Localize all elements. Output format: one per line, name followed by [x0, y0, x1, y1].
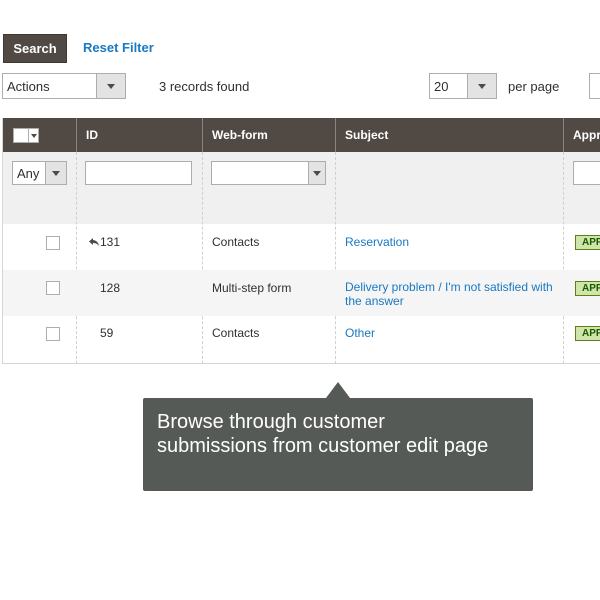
row-subject-line: Delivery problem / I'm not satisfied wit…: [345, 280, 553, 294]
per-page-value: 20: [434, 78, 449, 94]
row-id: 59: [100, 326, 114, 340]
mass-select-checkbox[interactable]: [14, 129, 28, 142]
column-header-webform[interactable]: Web-form: [203, 118, 336, 152]
row-subject-link[interactable]: Delivery problem / I'm not satisfied wit…: [345, 280, 560, 308]
row-webform: Multi-step form: [212, 281, 292, 295]
chevron-down-icon: [96, 74, 125, 98]
grid-header: ID Web-form Subject Appro: [3, 118, 600, 152]
status-badge: APP: [575, 235, 600, 250]
chevron-down-icon: [308, 162, 325, 184]
row-checkbox[interactable]: [46, 236, 60, 250]
per-page-select[interactable]: 20: [429, 73, 497, 99]
chevron-down-icon: [45, 162, 66, 184]
row-webform: Contacts: [212, 326, 260, 340]
per-page-label: per page: [508, 79, 560, 94]
table-row[interactable]: 128 Multi-step form Delivery problem / I…: [3, 270, 600, 316]
mass-select-header: [3, 118, 77, 152]
table-row[interactable]: 131 Contacts Reservation APP: [3, 224, 600, 270]
feature-tooltip: Browse through customer submissions from…: [143, 398, 533, 491]
mass-select-control[interactable]: [13, 128, 39, 143]
search-button[interactable]: Search: [3, 34, 67, 63]
actions-select-value: Actions: [7, 78, 50, 94]
tooltip-line: submissions from customer edit page: [157, 435, 489, 457]
actions-select[interactable]: Actions: [2, 73, 126, 99]
row-subject-link[interactable]: Reservation: [345, 235, 560, 249]
row-subject-link[interactable]: Other: [345, 326, 560, 340]
chevron-down-icon: [467, 74, 496, 98]
mass-select-filter-value: Any: [17, 165, 40, 181]
mass-select-filter[interactable]: Any: [12, 161, 67, 185]
tooltip-line: Browse through customer: [157, 411, 385, 433]
row-subject-line: the answer: [345, 294, 404, 308]
tooltip-arrow: [326, 382, 350, 398]
table-row[interactable]: 59 Contacts Other APP: [3, 316, 600, 364]
status-badge: APP: [575, 281, 600, 296]
row-id: 131: [100, 235, 121, 249]
column-header-approved[interactable]: Appro: [564, 118, 600, 152]
chevron-down-icon[interactable]: [28, 129, 38, 142]
row-id: 128: [100, 281, 121, 295]
status-badge: APP: [575, 326, 600, 341]
records-count: 3 records found: [159, 79, 250, 94]
id-filter-input[interactable]: [85, 161, 192, 185]
column-header-subject[interactable]: Subject: [336, 118, 564, 152]
submissions-grid: ID Web-form Subject Appro Any 131 Contac…: [2, 118, 600, 364]
row-checkbox[interactable]: [46, 281, 60, 295]
pager-input[interactable]: [589, 73, 600, 99]
filter-row: Any: [3, 152, 600, 224]
approved-filter-input[interactable]: [573, 161, 600, 185]
webform-filter-select[interactable]: [211, 161, 326, 185]
reset-filter-link[interactable]: Reset Filter: [83, 40, 154, 55]
row-checkbox[interactable]: [46, 327, 60, 341]
column-header-id[interactable]: ID: [77, 118, 203, 152]
row-webform: Contacts: [212, 235, 260, 249]
reply-arrow-icon: [88, 235, 100, 247]
